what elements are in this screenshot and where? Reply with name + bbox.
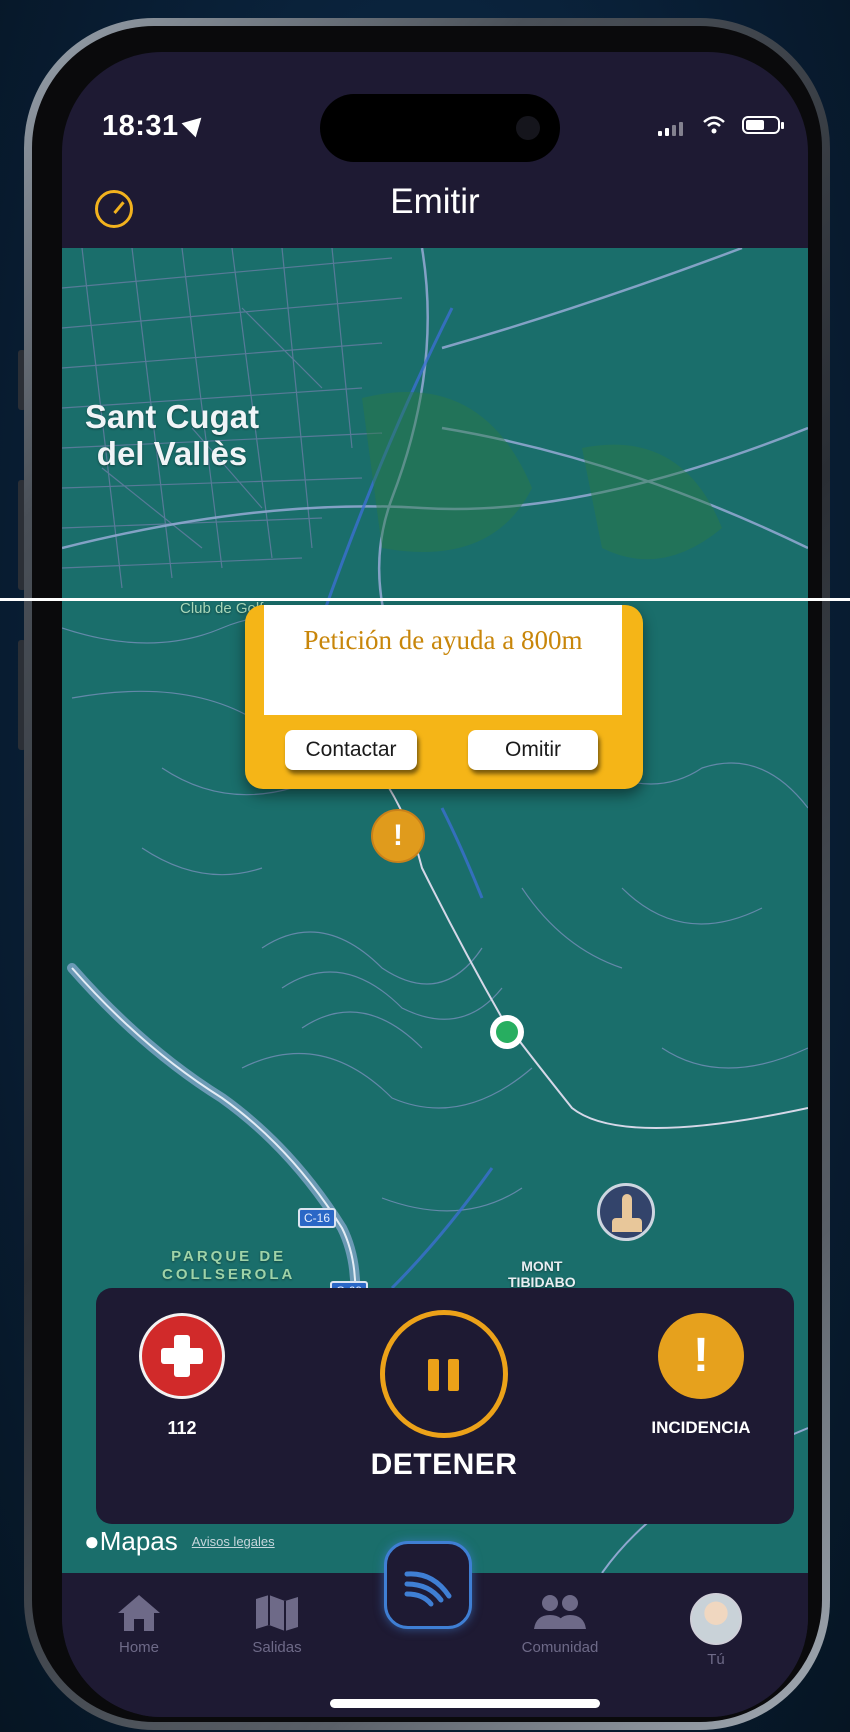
status-bar: 18:31 — [62, 52, 808, 172]
signal-icon — [658, 122, 683, 136]
wifi-icon — [703, 116, 725, 134]
location-arrow-icon — [181, 110, 209, 138]
tab-label: Salidas — [252, 1639, 302, 1656]
tab-bar: Home Salidas Comunidad Tú — [62, 1541, 808, 1717]
tab-home[interactable]: Home — [84, 1593, 194, 1656]
mont-tibidabo-label: MONT TIBIDABO — [508, 1258, 576, 1290]
tibidabo-landmark-icon[interactable] — [597, 1183, 655, 1241]
tab-comunidad[interactable]: Comunidad — [505, 1593, 615, 1656]
stop-label[interactable]: DETENER — [296, 1448, 592, 1482]
broadcast-icon — [404, 1571, 452, 1607]
screen: Sant Cugat del Vallès Club de Golf PARQU… — [62, 52, 808, 1717]
apple-logo-icon: ● — [84, 1526, 100, 1556]
contact-button[interactable]: Contactar — [285, 730, 417, 770]
page-title: Emitir — [390, 182, 480, 221]
tab-label: Home — [118, 1639, 159, 1656]
map-icon — [256, 1595, 298, 1631]
tab-you[interactable]: Tú — [661, 1593, 771, 1668]
status-time: 18:31 — [102, 110, 209, 143]
app-header: Emitir — [62, 172, 808, 248]
home-icon — [118, 1595, 160, 1631]
tab-label: Tú — [707, 1651, 725, 1668]
tab-label: Comunidad — [521, 1639, 599, 1656]
park-label: PARQUE DE COLLSEROLA — [162, 1248, 296, 1283]
community-icon — [534, 1595, 586, 1629]
help-request-message: Petición de ayuda a 800m — [303, 625, 583, 655]
legal-link[interactable]: Avisos legales — [192, 1534, 275, 1549]
maps-label: Mapas — [99, 1526, 178, 1556]
user-location-marker — [490, 1015, 524, 1049]
help-request-card: Petición de ayuda a 800m Contactar Omiti… — [245, 605, 643, 789]
help-request-message-box: Petición de ayuda a 800m — [264, 605, 622, 715]
omit-button[interactable]: Omitir — [468, 730, 598, 770]
pause-button[interactable] — [380, 1310, 508, 1438]
tab-salidas[interactable]: Salidas — [222, 1593, 332, 1656]
alert-marker[interactable]: ! — [371, 809, 425, 863]
broadcast-tab[interactable] — [384, 1541, 472, 1629]
pause-icon — [428, 1359, 439, 1391]
city-label: Sant Cugat del Vallès — [84, 398, 260, 472]
battery-icon — [742, 116, 784, 134]
emergency-call-label: 112 — [167, 1418, 197, 1438]
incident-button[interactable]: ! — [658, 1313, 744, 1399]
tracking-control-panel: 112 DETENER ! INCIDENCIA — [96, 1288, 794, 1524]
emergency-call-button[interactable] — [139, 1313, 225, 1399]
incident-label: INCIDENCIA — [651, 1418, 751, 1437]
maps-attribution: ●Mapas Avisos legales — [84, 1526, 275, 1557]
home-indicator[interactable] — [330, 1699, 600, 1708]
horizontal-divider — [0, 598, 850, 601]
avatar — [690, 1593, 742, 1645]
dynamic-island — [320, 94, 560, 162]
road-badge: C-16 — [298, 1208, 337, 1228]
